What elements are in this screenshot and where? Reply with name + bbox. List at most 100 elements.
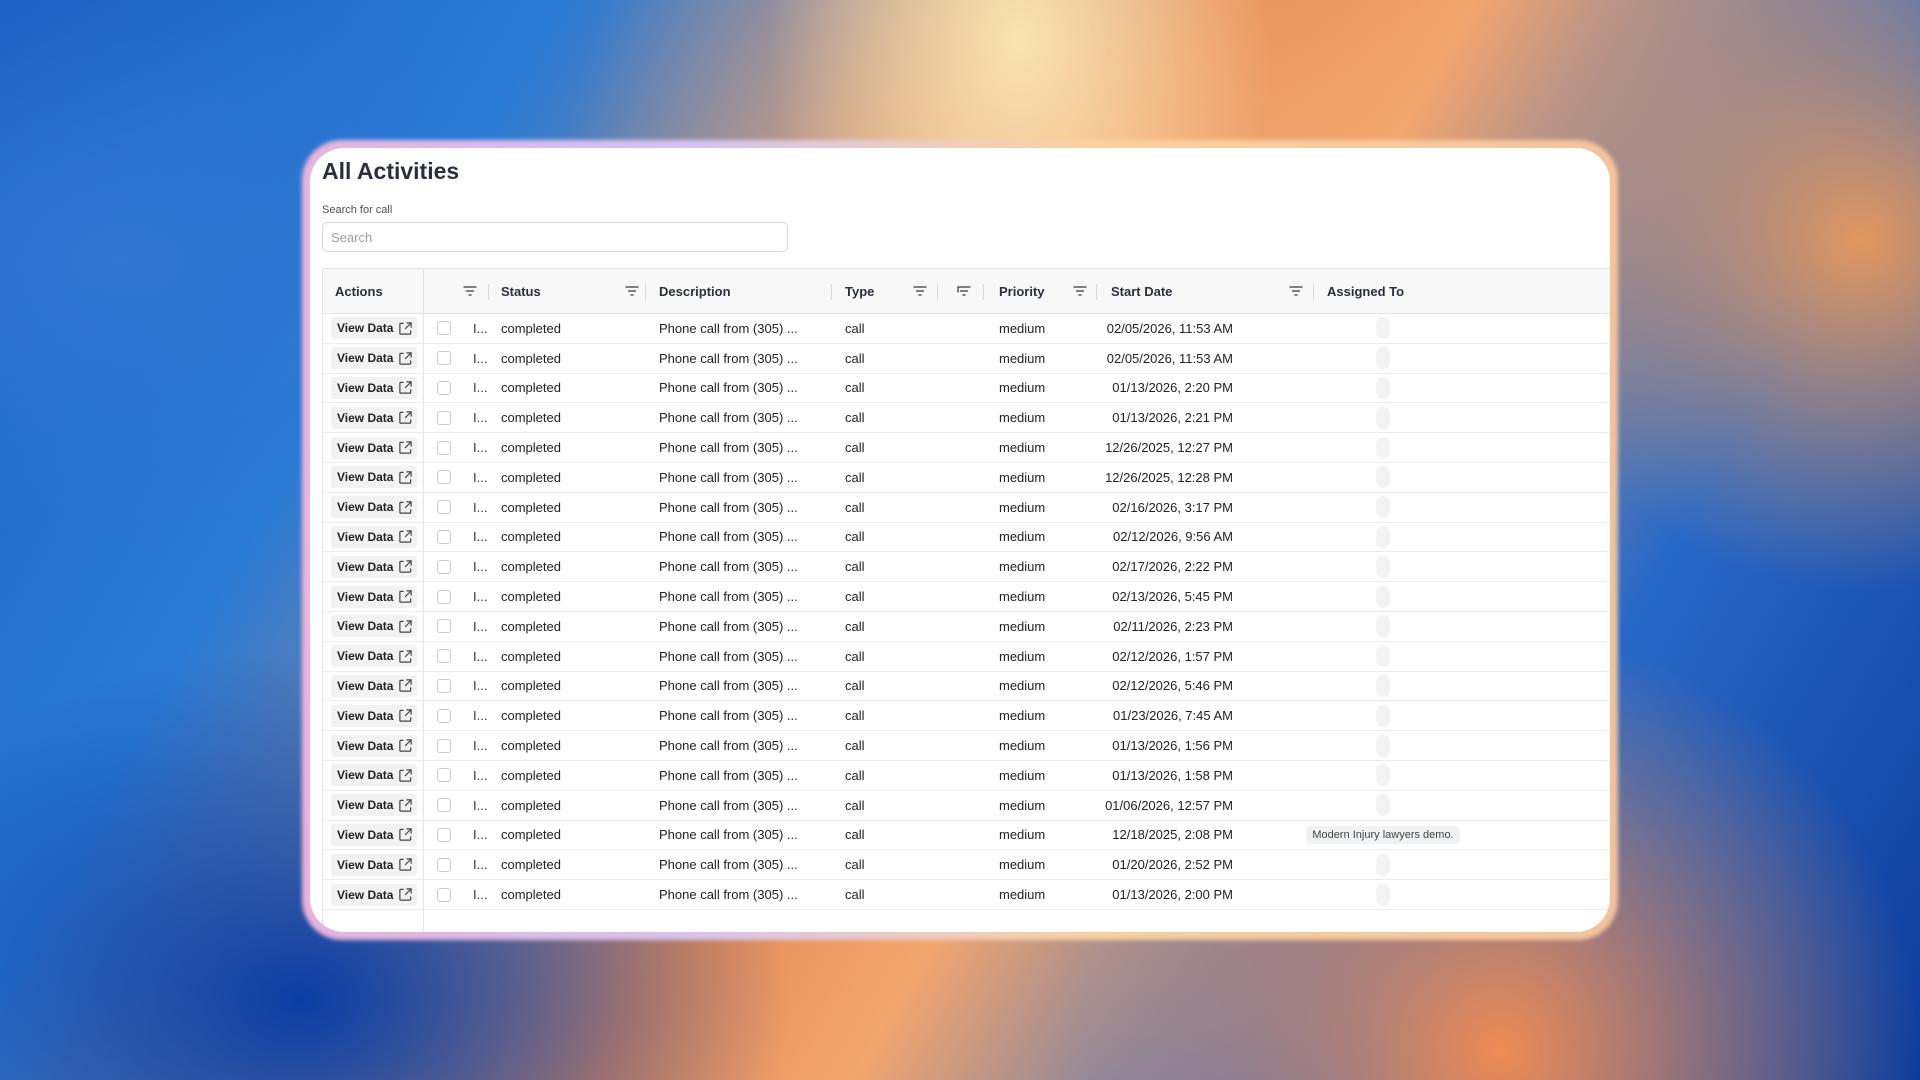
table-row[interactable]: View Data I... completed Phone call from…: [323, 314, 1610, 344]
table-row[interactable]: View Data I... completed Phone call from…: [323, 344, 1610, 374]
table-row[interactable]: View Data I... completed Phone call from…: [323, 642, 1610, 672]
column-header-description[interactable]: Description: [659, 269, 731, 313]
row-checkbox[interactable]: [437, 559, 451, 574]
cell-assigned-to[interactable]: [1313, 403, 1453, 432]
row-checkbox[interactable]: [437, 500, 451, 515]
table-row[interactable]: View Data I... completed Phone call from…: [323, 552, 1610, 583]
cell-assigned-to[interactable]: [1313, 314, 1453, 343]
cell-assigned-to[interactable]: [1313, 582, 1453, 611]
row-checkbox[interactable]: [437, 410, 451, 425]
cell-assigned-to[interactable]: [1313, 463, 1453, 492]
cell-priority: medium: [999, 857, 1046, 873]
table-row[interactable]: View Data I... completed Phone call from…: [323, 433, 1610, 463]
column-header-assigned-to[interactable]: Assigned To: [1327, 269, 1404, 313]
view-data-button[interactable]: View Data: [331, 645, 418, 668]
view-data-button[interactable]: View Data: [331, 436, 418, 459]
view-data-button[interactable]: View Data: [331, 406, 418, 429]
row-checkbox[interactable]: [437, 529, 451, 544]
table-row[interactable]: View Data I... completed Phone call from…: [323, 880, 1610, 910]
column-header-start-date[interactable]: Start Date: [1111, 269, 1172, 313]
table-row[interactable]: View Data I... completed Phone call from…: [323, 791, 1610, 821]
cell-assigned-to[interactable]: [1313, 850, 1453, 879]
view-data-label: View Data: [337, 649, 394, 664]
table-row[interactable]: View Data I... completed Phone call from…: [323, 612, 1610, 642]
cell-assigned-to[interactable]: [1313, 523, 1453, 552]
cell-assigned-to[interactable]: [1313, 761, 1453, 790]
table-row[interactable]: View Data I... completed Phone call from…: [323, 374, 1610, 404]
view-data-button[interactable]: View Data: [331, 674, 418, 697]
column-header-type[interactable]: Type: [845, 269, 874, 313]
table-row[interactable]: View Data I... completed Phone call from…: [323, 701, 1610, 732]
table-row[interactable]: View Data I... completed Phone call from…: [323, 672, 1610, 702]
column-header-status[interactable]: Status: [501, 269, 541, 313]
view-data-button[interactable]: View Data: [331, 853, 418, 876]
view-data-button[interactable]: View Data: [331, 525, 418, 548]
cell-assigned-to[interactable]: [1313, 880, 1453, 909]
row-checkbox[interactable]: [437, 470, 451, 485]
priority-filter-icon[interactable]: [1073, 269, 1087, 313]
view-data-button[interactable]: View Data: [331, 347, 418, 370]
view-data-button[interactable]: View Data: [331, 585, 418, 608]
row-checkbox[interactable]: [437, 708, 451, 723]
view-data-button[interactable]: View Data: [331, 496, 418, 519]
table-row[interactable]: View Data I... completed Phone call from…: [323, 523, 1610, 553]
cell-assigned-to[interactable]: [1313, 433, 1453, 462]
cell-assigned-to[interactable]: [1313, 791, 1453, 820]
row-checkbox[interactable]: [437, 678, 451, 693]
view-data-button[interactable]: View Data: [331, 734, 418, 757]
type-filter-icon[interactable]: [913, 269, 927, 313]
view-data-button[interactable]: View Data: [331, 555, 418, 578]
row-checkbox[interactable]: [437, 887, 451, 902]
row-checkbox[interactable]: [437, 589, 451, 604]
view-data-button[interactable]: View Data: [331, 615, 418, 638]
cell-assigned-to[interactable]: [1313, 344, 1453, 373]
sort-filter-icon[interactable]: [957, 269, 971, 313]
table-row[interactable]: View Data I... completed Phone call from…: [323, 582, 1610, 612]
row-checkbox[interactable]: [437, 440, 451, 455]
view-data-button[interactable]: View Data: [331, 883, 418, 906]
row-checkbox[interactable]: [437, 380, 451, 395]
cell-status: completed: [501, 410, 561, 426]
cell-assigned-to[interactable]: [1313, 642, 1453, 671]
row-checkbox[interactable]: [437, 798, 451, 813]
view-data-button[interactable]: View Data: [331, 466, 418, 489]
column-header-priority[interactable]: Priority: [999, 269, 1045, 313]
row-checkbox[interactable]: [437, 857, 451, 872]
cell-assigned-to[interactable]: Modern Injury lawyers demo.: [1306, 821, 1460, 850]
cell-assigned-to[interactable]: [1313, 612, 1453, 641]
column-header-actions[interactable]: Actions: [335, 269, 383, 313]
table-row[interactable]: View Data I... completed Phone call from…: [323, 403, 1610, 434]
row-checkbox[interactable]: [437, 619, 451, 634]
row-checkbox[interactable]: [437, 649, 451, 664]
table-row[interactable]: View Data I... completed Phone call from…: [323, 493, 1610, 523]
cell-assigned-to[interactable]: [1313, 552, 1453, 581]
view-data-button[interactable]: View Data: [331, 704, 418, 727]
cell-priority: medium: [999, 320, 1046, 336]
table-row[interactable]: View Data I... completed Phone call from…: [323, 761, 1610, 791]
table-row[interactable]: View Data I... completed Phone call from…: [323, 850, 1610, 881]
view-data-label: View Data: [337, 589, 394, 604]
view-data-button[interactable]: View Data: [331, 794, 418, 817]
cell-assigned-to[interactable]: [1313, 374, 1453, 403]
filter-icon[interactable]: [463, 269, 477, 313]
view-data-button[interactable]: View Data: [331, 764, 418, 787]
cell-assigned-to[interactable]: [1313, 493, 1453, 522]
row-checkbox[interactable]: [437, 321, 451, 336]
row-checkbox[interactable]: [437, 738, 451, 753]
cell-assigned-to[interactable]: [1313, 731, 1453, 760]
search-input[interactable]: [322, 222, 788, 252]
row-checkbox[interactable]: [437, 351, 451, 366]
cell-assigned-to[interactable]: [1313, 701, 1453, 730]
row-checkbox[interactable]: [437, 768, 451, 783]
cell-assigned-to[interactable]: [1313, 672, 1453, 701]
start-date-filter-icon[interactable]: [1289, 269, 1303, 313]
view-data-button[interactable]: View Data: [331, 823, 418, 846]
table-row[interactable]: View Data I... completed Phone call from…: [323, 731, 1610, 761]
table-row[interactable]: View Data I... completed Phone call from…: [323, 463, 1610, 493]
view-data-button[interactable]: View Data: [331, 376, 418, 399]
status-filter-icon[interactable]: [625, 269, 639, 313]
row-checkbox[interactable]: [437, 827, 451, 842]
table-row[interactable]: View Data I... completed Phone call from…: [323, 821, 1610, 851]
view-data-button[interactable]: View Data: [331, 317, 418, 340]
external-link-icon: [399, 649, 413, 663]
